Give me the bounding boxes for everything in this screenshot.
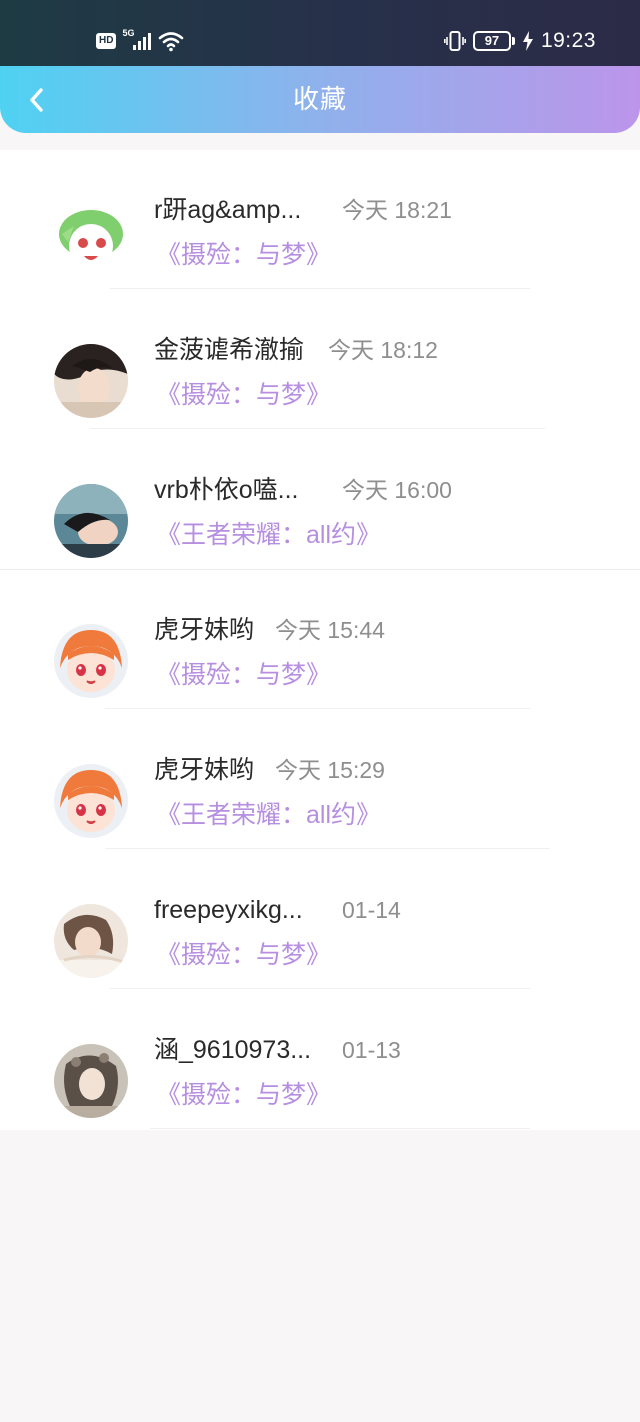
game-tag: 《摄殓：与梦》	[156, 1081, 332, 1109]
user-name: 涵_9610973...	[154, 1036, 312, 1064]
user-name: r趼ag&amp...	[154, 196, 302, 224]
favorites-list: r趼ag&amp... 今天 18:21 《摄殓：与梦》 金菠谑希澈揄 今天 1…	[0, 150, 640, 1130]
list-item[interactable]: vrb朴依o嗑... 今天 16:00 《王者荣耀：all约》	[0, 430, 640, 570]
avatar	[54, 764, 128, 838]
divider	[110, 288, 530, 289]
battery-level: 97	[484, 33, 500, 48]
list-item[interactable]: 涵_9610973... 01-13 《摄殓：与梦》	[0, 990, 640, 1130]
timestamp: 今天 18:12	[328, 337, 438, 363]
game-tag: 《摄殓：与梦》	[156, 661, 332, 689]
hd-icon: HD	[96, 33, 117, 49]
wifi-icon	[159, 32, 184, 52]
list-item[interactable]: 虎牙妹哟 今天 15:29 《王者荣耀：all约》	[0, 710, 640, 850]
game-tag: 《摄殓：与梦》	[156, 381, 332, 409]
list-item[interactable]: freepeyxikg... 01-14 《摄殓：与梦》	[0, 850, 640, 990]
page-title: 收藏	[292, 84, 347, 114]
timestamp: 今天 16:00	[342, 477, 452, 503]
game-tag: 《王者荣耀：all约》	[156, 801, 382, 829]
timestamp: 今天 15:29	[275, 757, 385, 783]
divider	[90, 428, 545, 429]
divider	[105, 848, 550, 849]
avatar	[54, 624, 128, 698]
list-item[interactable]: 金菠谑希澈揄 今天 18:12 《摄殓：与梦》	[0, 290, 640, 430]
clock: 19:23	[540, 29, 596, 52]
divider	[110, 988, 530, 989]
game-tag: 《王者荣耀：all约》	[156, 521, 382, 549]
list-item[interactable]: 虎牙妹哟 今天 15:44 《摄殓：与梦》	[0, 570, 640, 710]
status-bar: HD 5G 97 19:23	[0, 0, 640, 66]
timestamp: 今天 15:44	[275, 617, 385, 643]
avatar	[54, 904, 128, 978]
timestamp: 01-13	[342, 1037, 401, 1063]
user-name: vrb朴依o嗑...	[154, 476, 299, 504]
avatar	[54, 484, 128, 558]
list-item[interactable]: r趼ag&amp... 今天 18:21 《摄殓：与梦》	[0, 150, 640, 290]
status-left: HD 5G	[96, 28, 184, 54]
user-name: 虎牙妹哟	[154, 756, 255, 784]
game-tag: 《摄殓：与梦》	[156, 941, 332, 969]
game-tag: 《摄殓：与梦》	[156, 241, 332, 269]
user-name: 金菠谑希澈揄	[154, 336, 305, 364]
avatar	[54, 1044, 128, 1118]
avatar	[54, 344, 128, 418]
charging-icon	[522, 31, 533, 51]
avatar	[54, 204, 128, 278]
vibrate-icon	[443, 31, 466, 51]
user-name: freepeyxikg...	[154, 896, 303, 924]
app-header: 收藏	[0, 66, 640, 133]
divider	[105, 708, 530, 709]
divider	[150, 1128, 530, 1129]
status-right: 97 19:23	[443, 28, 596, 54]
user-name: 虎牙妹哟	[154, 616, 255, 644]
cellular-signal-icon: 5G	[122, 28, 152, 52]
timestamp: 01-14	[342, 897, 401, 923]
timestamp: 今天 18:21	[342, 197, 452, 223]
battery-icon: 97	[472, 31, 515, 51]
